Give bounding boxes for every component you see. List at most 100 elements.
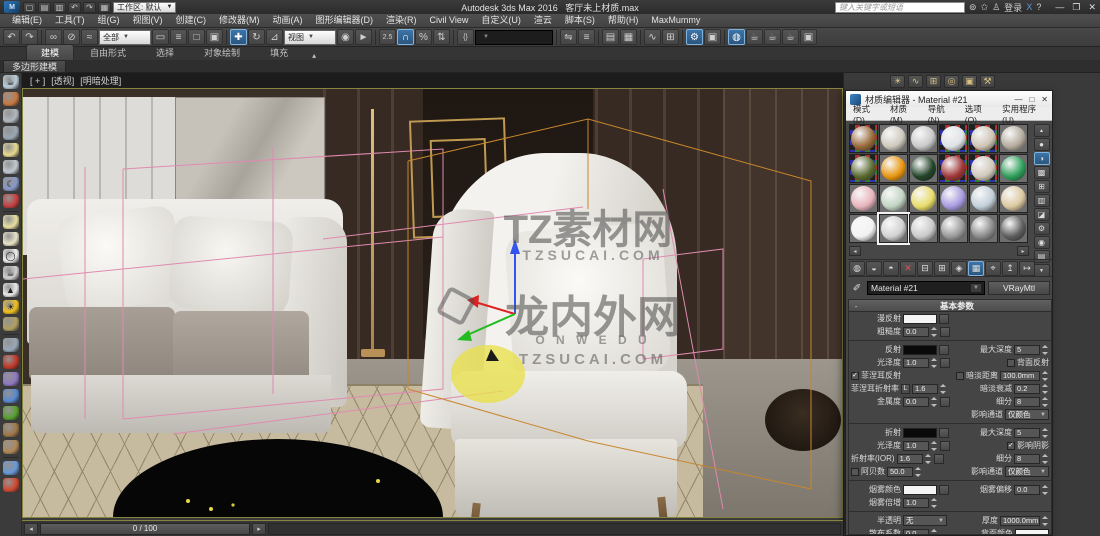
material-name-dropdown[interactable]: Material #21 ▼ xyxy=(867,281,985,295)
workspace-dropdown[interactable]: 工作区: 默认 ▼ xyxy=(113,1,177,13)
reset-map-icon[interactable]: ✕ xyxy=(900,260,916,276)
undo-button[interactable]: ↶ xyxy=(3,29,20,45)
menu-create[interactable]: 创建(C) xyxy=(170,14,213,27)
show-end-result-icon[interactable]: ⌖ xyxy=(985,260,1001,276)
dim-fall-field[interactable]: 0.2 xyxy=(1014,383,1040,394)
viewport-menu-plus[interactable]: [ + ] xyxy=(30,76,45,86)
moon-light-icon[interactable]: ☾ xyxy=(2,177,19,191)
camera-icon[interactable] xyxy=(2,160,19,174)
molecule-icon[interactable] xyxy=(2,355,19,369)
material-type-button[interactable]: VRayMtl xyxy=(988,281,1050,295)
next-frame-icon[interactable]: ▸ xyxy=(252,522,266,535)
menu-group[interactable]: 组(G) xyxy=(92,14,126,27)
rect-region-icon[interactable]: □ xyxy=(188,29,205,45)
material-slot[interactable] xyxy=(849,154,878,183)
go-to-parent-icon[interactable]: ↥ xyxy=(1002,260,1018,276)
sphere-icon[interactable] xyxy=(2,317,19,331)
fresnel-checkbox[interactable]: ✓ xyxy=(851,371,859,380)
menu-modifiers[interactable]: 修改器(M) xyxy=(213,14,266,27)
material-slot[interactable] xyxy=(879,154,908,183)
video-color-check-icon[interactable]: ▥ xyxy=(1033,194,1050,207)
ior-spinner[interactable] xyxy=(924,453,932,464)
material-slot[interactable] xyxy=(879,124,908,153)
image-frame-icon[interactable] xyxy=(2,92,19,106)
render-teapot-icon[interactable]: ☕ xyxy=(2,75,19,89)
metal-spinner[interactable] xyxy=(931,396,938,407)
fog-mult-field[interactable]: 1.0 xyxy=(903,497,929,508)
redo-button[interactable]: ↷ xyxy=(21,29,38,45)
search-icon[interactable]: ⊚ xyxy=(969,2,977,13)
fog-color-swatch[interactable] xyxy=(903,484,937,495)
list-icon[interactable] xyxy=(2,109,19,123)
shell-icon[interactable] xyxy=(2,440,19,454)
camera-outline-icon[interactable] xyxy=(2,372,19,386)
rotate-icon[interactable]: ↻ xyxy=(248,29,265,45)
metal-map-button[interactable] xyxy=(940,396,950,407)
thickness-spinner[interactable] xyxy=(1042,515,1049,526)
motion-tab-icon[interactable]: ∿ xyxy=(908,75,923,88)
menu-views[interactable]: 视图(V) xyxy=(127,14,169,27)
sample-type-icon[interactable]: ● xyxy=(1033,138,1050,151)
put-to-library-icon[interactable]: ⊞ xyxy=(934,260,950,276)
rain-icon[interactable] xyxy=(2,338,19,352)
rollout-header[interactable]: - 基本参数 xyxy=(849,300,1051,312)
material-slot[interactable] xyxy=(939,154,968,183)
favorites-icon[interactable]: ✩ xyxy=(981,2,989,13)
time-slider-handle[interactable]: 0 / 100 xyxy=(40,522,250,535)
diffuse-map-button[interactable] xyxy=(939,313,949,324)
use-pivot-icon[interactable]: ◉ xyxy=(337,29,354,45)
menu-animation[interactable]: 动画(A) xyxy=(267,14,309,27)
viewport-view-label[interactable]: [透视] xyxy=(51,74,74,87)
schematic-view-icon[interactable]: ⊞ xyxy=(662,29,679,45)
redo-icon[interactable]: ↷ xyxy=(83,1,96,13)
viewport[interactable]: TZ素材网 TZSUCAI.COM 龙内外网 O N W E D U TZSUC… xyxy=(22,88,843,518)
assign-material-icon[interactable]: ◓ xyxy=(883,260,899,276)
menu-civil-view[interactable]: Civil View xyxy=(424,14,475,27)
affect-channels-dropdown[interactable]: 仅颜色 ▼ xyxy=(1005,409,1049,420)
put-to-scene-icon[interactable]: ◒ xyxy=(866,260,882,276)
dim-fall-spinner[interactable] xyxy=(1042,383,1049,394)
render-production-icon[interactable]: ☕ xyxy=(746,29,763,45)
metal-field[interactable]: 0.0 xyxy=(903,396,929,407)
material-id-icon[interactable]: ◈ xyxy=(951,260,967,276)
refract-gloss-field[interactable]: 1.0 xyxy=(903,440,929,451)
material-slot[interactable] xyxy=(939,184,968,213)
menu-customize[interactable]: 自定义(U) xyxy=(475,14,527,27)
new-file-icon[interactable]: ▢ xyxy=(23,1,36,13)
affect-shadows-checkbox[interactable]: ✓ xyxy=(1007,441,1015,450)
unlink-icon[interactable]: ⊘ xyxy=(63,29,80,45)
fog-bias-field[interactable]: 0.0 xyxy=(1014,484,1040,495)
tab-object-paint[interactable]: 对象绘制 xyxy=(190,45,254,60)
tab-populate[interactable]: 填充 xyxy=(256,45,302,60)
dotted-square-icon[interactable] xyxy=(2,478,19,492)
scatter-field[interactable]: 0.0 xyxy=(903,528,929,534)
material-slot[interactable] xyxy=(849,184,878,213)
dim-dist-field[interactable]: 100.0mm xyxy=(1000,370,1040,381)
make-preview-icon[interactable]: ◪ xyxy=(1033,208,1050,221)
selection-filter-dropdown[interactable]: 全部 ▼ xyxy=(99,29,151,45)
max-logo-icon[interactable]: M xyxy=(4,1,20,13)
lightbulb-icon[interactable] xyxy=(2,143,19,157)
rendered-frame-icon[interactable]: ▣ xyxy=(704,29,721,45)
material-slot[interactable] xyxy=(909,184,938,213)
material-slot[interactable] xyxy=(939,214,968,243)
align-icon[interactable]: ≡ xyxy=(578,29,595,45)
bird-icon[interactable] xyxy=(2,423,19,437)
thickness-field[interactable]: 1000.0mm xyxy=(1000,515,1040,526)
flower-ball-icon[interactable] xyxy=(2,389,19,403)
abbe-spinner[interactable] xyxy=(915,466,922,477)
window-crossing-icon[interactable]: ▣ xyxy=(206,29,223,45)
edit-named-sets-icon[interactable]: {} xyxy=(457,29,474,45)
spreadsheet-icon[interactable] xyxy=(2,126,19,140)
backlight-icon[interactable]: ◑ xyxy=(1033,152,1050,165)
circle-icon[interactable]: ◯ xyxy=(2,249,19,263)
render-globe-icon[interactable]: ◍ xyxy=(728,29,745,45)
render-online-icon[interactable]: ☕ xyxy=(782,29,799,45)
tab-modeling[interactable]: 建模 xyxy=(26,44,75,60)
refract-max-depth-spinner[interactable] xyxy=(1042,427,1049,438)
abbe-checkbox[interactable] xyxy=(851,467,859,476)
open-file-icon[interactable]: ▤ xyxy=(38,1,51,13)
grass-icon[interactable] xyxy=(2,406,19,420)
material-slot[interactable] xyxy=(909,154,938,183)
project-folder-icon[interactable]: ▦ xyxy=(98,1,111,13)
